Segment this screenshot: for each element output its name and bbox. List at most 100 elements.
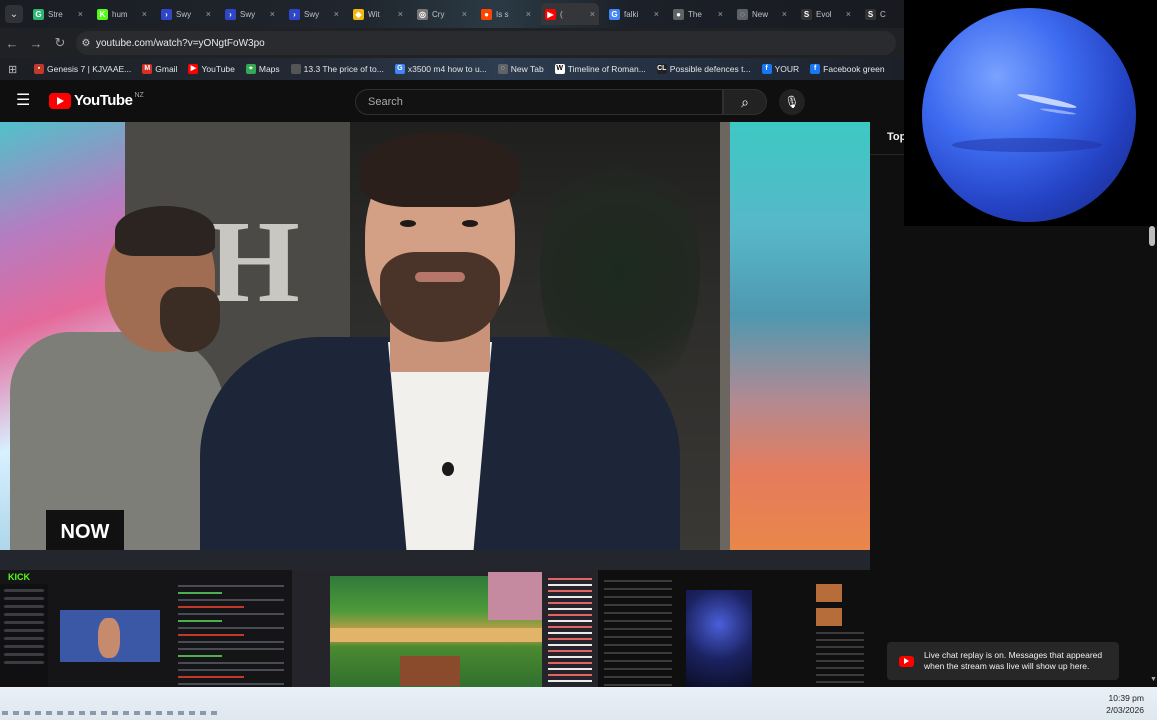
forward-button[interactable]: → — [24, 36, 48, 51]
site-info-icon[interactable]: ⚙ — [76, 38, 96, 49]
browser-tab[interactable]: ◌ New × — [733, 3, 791, 25]
bookmark-item[interactable]: ▪ Genesis 7 | KJVAAE... — [34, 64, 131, 74]
bookmark-item[interactable]: CL Possible defences t... — [656, 64, 751, 74]
tab-search-button[interactable]: ⌄ — [5, 5, 23, 23]
youtube-play-icon — [49, 92, 71, 109]
video-bg-pillar — [720, 122, 730, 550]
s-icon: S — [865, 8, 876, 20]
bookmark-item[interactable]: Gx3500 m4 how to u... — [394, 64, 487, 74]
system-clock[interactable]: 10:39 pm 2/03/2026 — [1106, 692, 1144, 716]
youtube-logo[interactable]: YouTube NZ — [49, 92, 144, 109]
bookmark-item[interactable]: ◌ New Tab — [497, 64, 544, 74]
browser-tab[interactable]: › Swy × — [157, 3, 215, 25]
bible-icon: ▪ — [34, 64, 44, 74]
tab-title: Swy — [240, 9, 256, 19]
clock-time: 10:39 pm — [1108, 693, 1144, 703]
tab-title: C — [880, 9, 886, 19]
bookmark-label: Facebook green — [823, 64, 885, 74]
concert-video-preview — [686, 590, 752, 688]
new-tab-icon: ◌ — [737, 8, 748, 20]
bookmark-label: New Tab — [510, 64, 544, 74]
swyftx-icon: › — [161, 8, 172, 20]
concert-stream-preview[interactable] — [598, 550, 870, 710]
green-square-icon: G — [33, 8, 44, 20]
now-badge: NOW — [46, 510, 124, 550]
browser-tab[interactable]: Khum × — [93, 3, 151, 25]
browser-tab[interactable]: G Stre × — [29, 3, 87, 25]
bookmarks-bar: ⊞ ▪ Genesis 7 | KJVAAE... M Gmail ▶ YouTube ⌖ M… — [0, 58, 904, 80]
binance-icon: ◆ — [353, 8, 364, 20]
omnibox[interactable]: ⚙ youtube.com/watch?v=yONgtFoW3po — [76, 31, 896, 55]
tab-close-icon[interactable]: × — [398, 9, 403, 19]
search-input[interactable]: Search — [355, 89, 723, 115]
bookmark-item[interactable]: 13.3 The price of to... — [290, 64, 384, 74]
browser-tab[interactable]: ◆ Wit × — [349, 3, 407, 25]
youtube-icon — [899, 655, 914, 667]
video-bg-gradient-screen — [730, 122, 870, 550]
wikipedia-icon: W — [554, 64, 565, 74]
microphone-icon: 🎙 — [784, 95, 800, 109]
lapel-mic-icon — [442, 462, 454, 476]
tab-close-icon[interactable]: × — [206, 9, 211, 19]
tab-close-icon[interactable]: × — [590, 9, 595, 19]
tab-title: Is s — [496, 9, 509, 19]
bookmark-label: Genesis 7 | KJVAAE... — [47, 64, 132, 74]
chat-scrollbar-thumb[interactable] — [1149, 226, 1155, 246]
browser-tab[interactable]: › Swy × — [221, 3, 279, 25]
bookmark-label: x3500 m4 how to u... — [407, 64, 487, 74]
scroll-down-arrow-icon[interactable]: ▼ — [1150, 676, 1157, 683]
tab-close-icon[interactable]: × — [142, 9, 147, 19]
gmail-icon: M — [142, 64, 153, 74]
browser-tab[interactable]: SC× — [861, 3, 904, 25]
bookmark-item[interactable]: ▶ YouTube — [188, 64, 235, 74]
tab-close-icon[interactable]: × — [462, 9, 467, 19]
browser-tab[interactable]: ▶ (× — [541, 3, 599, 25]
tab-close-icon[interactable]: × — [782, 9, 787, 19]
game-stream-preview[interactable] — [292, 550, 598, 710]
browser-tab-strip: ⌄ G Stre × Khum × › Swy × › Swy × › Swy × ◆ Wit × ◎ Cry × ● I… — [0, 0, 904, 28]
tab-close-icon[interactable]: × — [334, 9, 339, 19]
bookmark-item[interactable]: f Facebook green — [810, 64, 885, 74]
kick-stream-preview[interactable]: KICK — [0, 550, 292, 710]
os-taskbar: 10:39 pm 2/03/2026 — [0, 687, 1157, 720]
hamburger-menu-icon[interactable]: ☰ — [16, 92, 34, 110]
neptune-overlay-window — [904, 0, 1157, 226]
streamer-cam-preview — [488, 572, 542, 620]
bookmark-label: YouTube — [201, 64, 235, 74]
clock-date: 2/03/2026 — [1106, 705, 1144, 715]
tab-close-icon[interactable]: × — [654, 9, 659, 19]
tab-close-icon[interactable]: × — [270, 9, 275, 19]
apps-grid-icon[interactable]: ⊞ — [8, 63, 22, 76]
tab-close-icon[interactable]: × — [526, 9, 531, 19]
reload-button[interactable]: ↻ — [48, 35, 72, 51]
browser-tab[interactable]: S Evol × — [797, 3, 855, 25]
twitch-chat-preview — [546, 574, 594, 704]
news-anchor — [200, 132, 680, 550]
back-button[interactable]: ← — [0, 36, 24, 51]
bookmark-item[interactable]: M Gmail — [142, 64, 177, 74]
neptune-planet-image — [922, 8, 1136, 222]
tab-close-icon[interactable]: × — [846, 9, 851, 19]
chat-replay-text: Live chat replay is on. Messages that ap… — [924, 650, 1103, 671]
browser-tab[interactable]: ◎ Cry × — [413, 3, 471, 25]
tab-close-icon[interactable]: × — [718, 9, 723, 19]
tab-title: Swy — [176, 9, 192, 19]
youtube-icon: ▶ — [188, 64, 199, 74]
browser-tab[interactable]: › Swy × — [285, 3, 343, 25]
bookmark-item[interactable]: ⌖ Maps — [245, 64, 280, 74]
tab-title: The — [688, 9, 702, 19]
tab-close-icon[interactable]: × — [78, 9, 83, 19]
bookmark-item[interactable]: W Timeline of Roman... — [554, 64, 646, 74]
browser-tab[interactable]: ● Is s × — [477, 3, 535, 25]
bookmark-item[interactable]: f YOUR — [761, 64, 799, 74]
swyftx-icon: › — [225, 8, 236, 20]
browser-tab[interactable]: ● The × — [669, 3, 727, 25]
kick-logo: KICK — [8, 572, 30, 582]
taskbar-icons — [2, 711, 868, 717]
video-player[interactable]: H NOW — [0, 122, 870, 550]
browser-tab[interactable]: Gfalki × — [605, 3, 663, 25]
voice-search-button[interactable]: 🎙 — [779, 89, 805, 115]
search-button[interactable]: ⌕ — [723, 89, 767, 115]
tab-title: New — [752, 9, 769, 19]
search-icon: ⌕ — [741, 94, 749, 110]
